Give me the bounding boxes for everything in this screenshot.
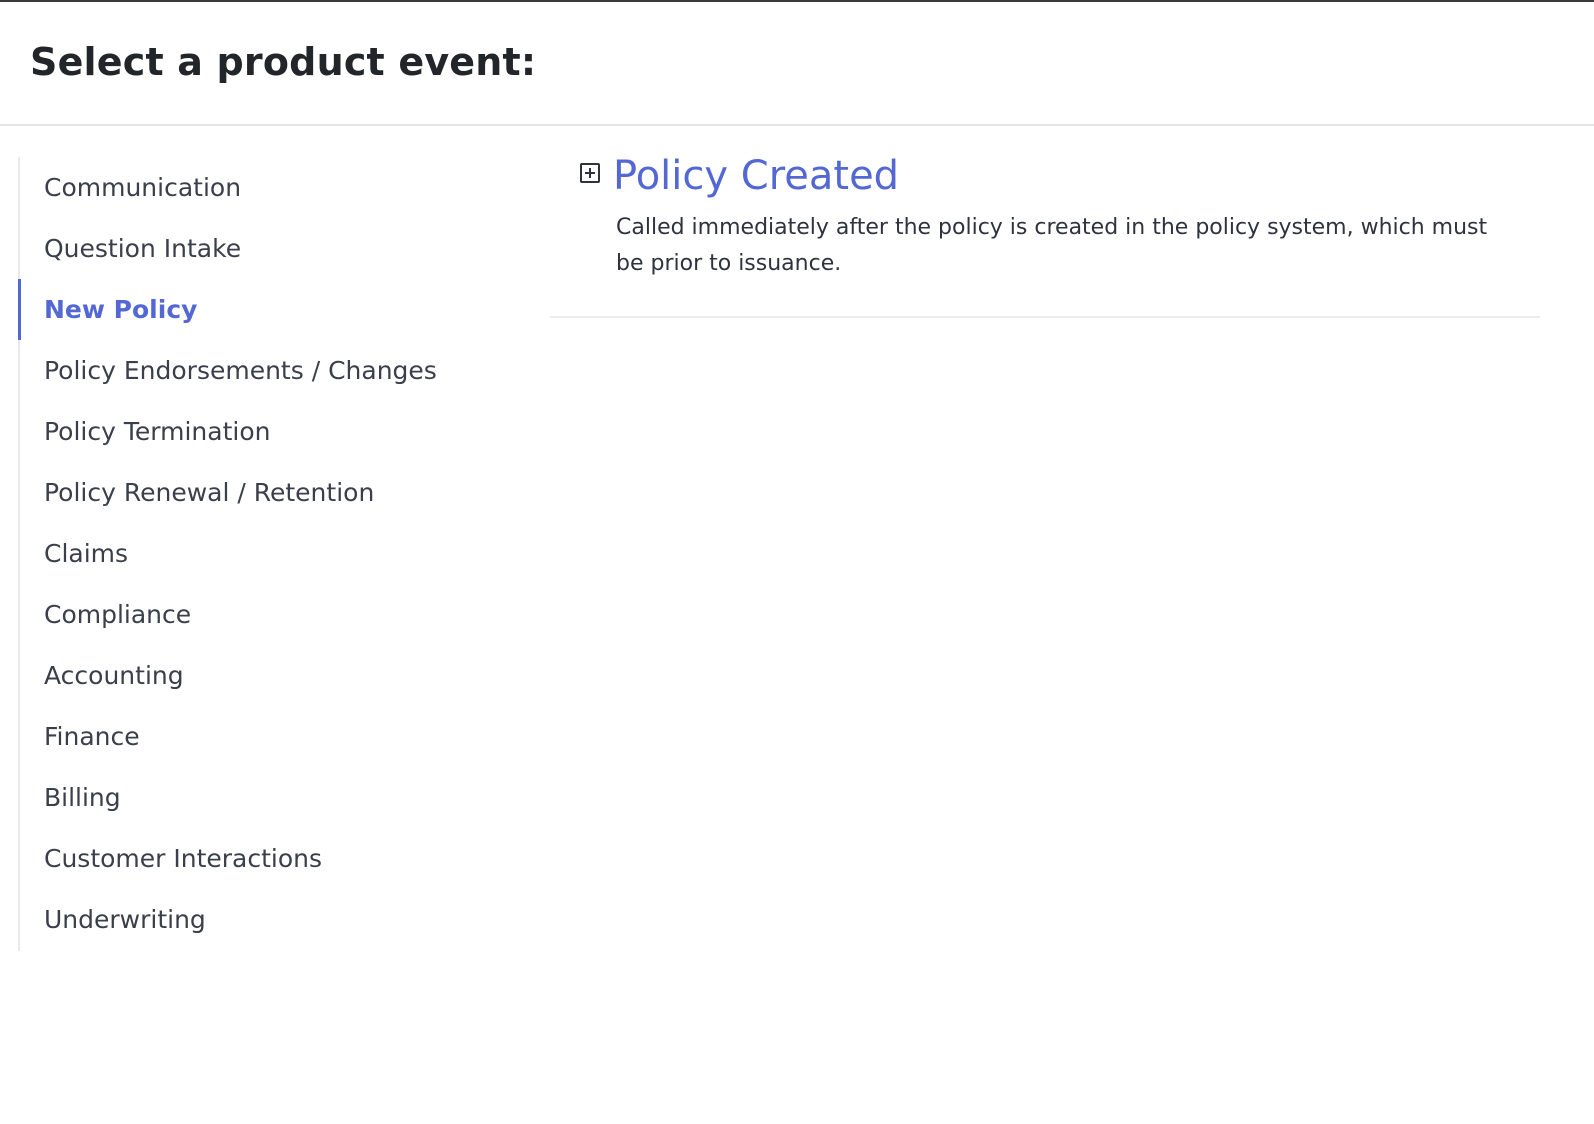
sidebar-item-compliance[interactable]: Compliance — [20, 584, 518, 645]
event-title-link[interactable]: Policy Created — [613, 150, 899, 202]
sidebar-item-billing[interactable]: Billing — [20, 767, 518, 828]
event-description: Called immediately after the policy is c… — [616, 215, 1488, 276]
sidebar-item-customer-interactions[interactable]: Customer Interactions — [20, 828, 518, 889]
event-list: Policy Created Called immediately after … — [550, 150, 1540, 318]
sidebar-item-accounting[interactable]: Accounting — [20, 645, 518, 706]
sidebar-item-underwriting[interactable]: Underwriting — [20, 889, 518, 950]
sidebar-item-new-policy[interactable]: New Policy — [18, 279, 518, 340]
category-sidebar: Communication Question Intake New Policy… — [18, 157, 518, 951]
sidebar-item-policy-termination[interactable]: Policy Termination — [20, 401, 518, 462]
sidebar-item-claims[interactable]: Claims — [20, 523, 518, 584]
sidebar-item-policy-endorsements[interactable]: Policy Endorsements / Changes — [20, 340, 518, 401]
event-item-policy-created: Policy Created Called immediately after … — [550, 150, 1540, 318]
sidebar-item-communication[interactable]: Communication — [20, 157, 518, 218]
dialog-header: Select a product event: — [0, 2, 1594, 126]
product-event-dialog: Select a product event: Communication Qu… — [0, 0, 1594, 1124]
sidebar-item-finance[interactable]: Finance — [20, 706, 518, 767]
sidebar-item-question-intake[interactable]: Question Intake — [20, 218, 518, 279]
event-header: Policy Created — [550, 150, 1540, 202]
expand-plus-icon[interactable] — [580, 163, 600, 183]
page-title: Select a product event: — [30, 40, 537, 84]
sidebar-item-policy-renewal[interactable]: Policy Renewal / Retention — [20, 462, 518, 523]
